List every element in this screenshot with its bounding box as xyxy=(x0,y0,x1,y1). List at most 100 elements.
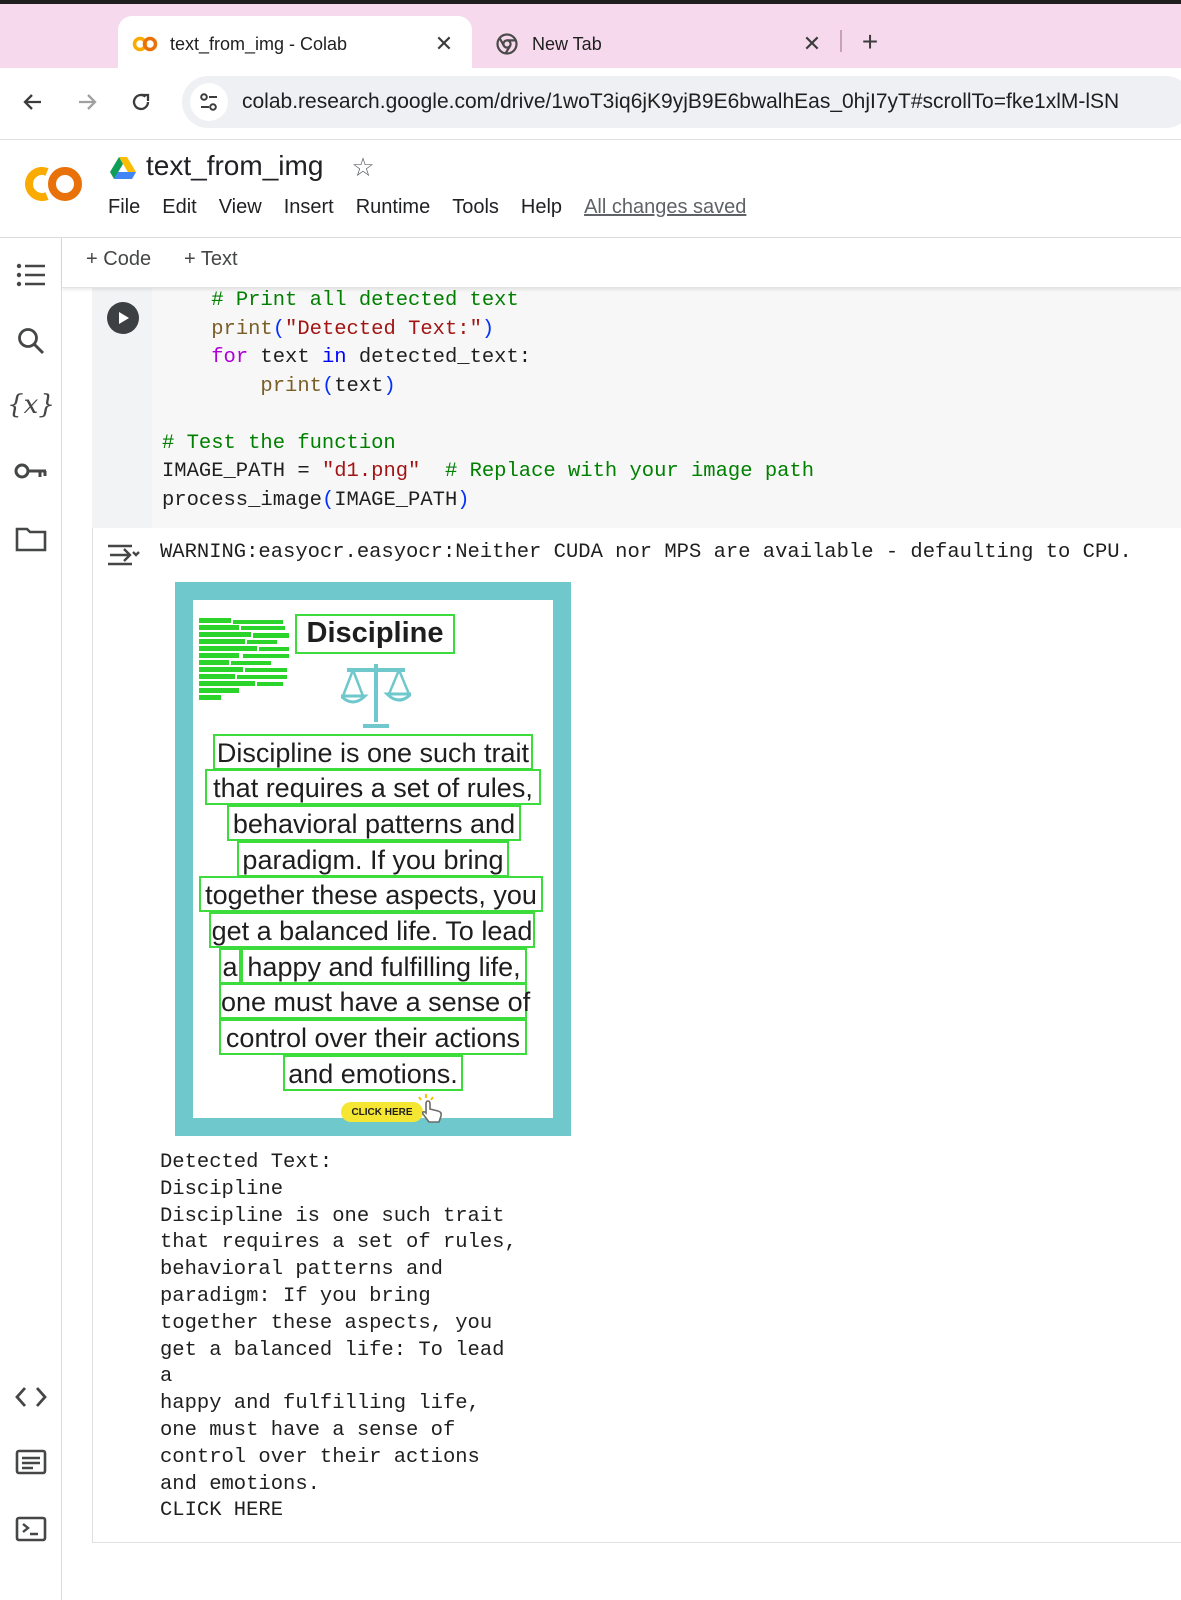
balance-scale-icon xyxy=(341,664,411,728)
code-token: IMAGE_PATH xyxy=(334,488,458,512)
colab-header: text_from_img ☆ File Edit View Insert Ru… xyxy=(0,140,1181,238)
tab-new-tab[interactable]: New Tab ✕ xyxy=(480,16,840,72)
close-tab-icon[interactable]: ✕ xyxy=(430,30,458,58)
reload-button[interactable] xyxy=(121,82,161,122)
image-line: a xyxy=(219,948,241,984)
menu-runtime[interactable]: Runtime xyxy=(356,196,430,219)
add-text-button[interactable]: + Text xyxy=(184,248,238,271)
notebook-title[interactable]: text_from_img xyxy=(146,150,323,182)
secrets-key-icon[interactable] xyxy=(12,452,50,490)
tab-title: New Tab xyxy=(532,33,602,54)
code-token: ) xyxy=(383,374,396,398)
google-drive-icon[interactable] xyxy=(110,156,136,180)
output-image: Discipline Discipline is one such trait … xyxy=(175,582,571,1136)
code-line: for text in detected_text: xyxy=(162,344,814,373)
colab-logo-icon[interactable] xyxy=(20,162,86,206)
menu-tools[interactable]: Tools xyxy=(452,196,499,219)
image-line: together these aspects, you xyxy=(199,876,543,912)
code-token: print xyxy=(211,317,273,341)
output-line: happy and fulfilling life, xyxy=(160,1392,480,1416)
menu-insert[interactable]: Insert xyxy=(284,196,334,219)
menu-edit[interactable]: Edit xyxy=(162,196,196,219)
code-token: detected_text: xyxy=(346,346,532,369)
image-line: paradigm. If you bring xyxy=(237,841,509,877)
arrow-left-icon xyxy=(23,94,41,110)
menu-file[interactable]: File xyxy=(108,196,140,219)
code-line: process_image(IMAGE_PATH) xyxy=(162,487,814,516)
terminal-icon[interactable] xyxy=(12,1510,50,1548)
close-tab-icon[interactable]: ✕ xyxy=(798,30,826,58)
variables-icon[interactable]: {𝑥} xyxy=(7,386,55,424)
tab-strip: text_from_img - Colab ✕ New Tab ✕ + xyxy=(0,0,1181,72)
output-line: one must have a sense of xyxy=(160,1418,456,1442)
new-tab-button[interactable]: + xyxy=(852,24,888,60)
output-line: and emotions. xyxy=(160,1472,320,1496)
output-line: paradigm: If you bring xyxy=(160,1284,431,1308)
forward-button[interactable] xyxy=(67,82,107,122)
left-sidebar: {𝑥} xyxy=(0,238,62,1600)
output-line: Discipline is one such trait xyxy=(160,1204,505,1228)
code-token: text xyxy=(248,346,322,369)
star-icon[interactable]: ☆ xyxy=(348,152,378,182)
site-settings-icon[interactable] xyxy=(190,83,228,121)
output-line: that requires a set of rules, xyxy=(160,1231,517,1255)
code-snippets-icon[interactable] xyxy=(12,1378,50,1416)
chrome-icon xyxy=(494,31,520,57)
output-actions-icon[interactable] xyxy=(106,540,140,570)
menu-bar: File Edit View Insert Runtime Tools Help… xyxy=(108,196,768,219)
output-line: Detected Text: xyxy=(160,1151,333,1174)
table-of-contents-icon[interactable] xyxy=(12,256,50,294)
code-token: "d1.png" xyxy=(321,460,421,483)
detected-text-output: Detected Text: Discipline Discipline is on… xyxy=(160,1150,517,1525)
add-code-button[interactable]: + Code xyxy=(86,248,151,271)
command-palette-icon[interactable] xyxy=(12,1443,50,1481)
save-status[interactable]: All changes saved xyxy=(584,196,746,219)
code-lines: # Print all detected text print("Detecte… xyxy=(162,287,814,515)
output-line: get a balanced life: To lead xyxy=(160,1338,505,1362)
code-line: IMAGE_PATH = "d1.png" # Replace with you… xyxy=(162,458,814,487)
output-line: Discipline xyxy=(160,1177,284,1201)
arrow-right-icon xyxy=(79,94,97,110)
image-line: control over their actions xyxy=(219,1019,527,1055)
image-paper: Discipline Discipline is one such trait … xyxy=(193,600,553,1123)
tab-colab[interactable]: text_from_img - Colab ✕ xyxy=(118,16,472,72)
output-line: a xyxy=(160,1365,173,1389)
output-line: CLICK HERE xyxy=(160,1499,284,1523)
code-line: ​ xyxy=(162,401,814,430)
image-line: one must have a sense of xyxy=(219,983,530,1019)
noise-detections-graphic xyxy=(199,618,289,700)
output-line: together these aspects, you xyxy=(160,1311,493,1335)
run-cell-button[interactable] xyxy=(107,302,139,334)
address-bar[interactable]: colab.research.google.com/drive/1woT3iq6… xyxy=(182,76,1181,128)
tab-title: text_from_img - Colab xyxy=(170,33,348,54)
add-text-label: Text xyxy=(200,248,238,270)
search-icon[interactable] xyxy=(12,322,50,360)
files-folder-icon[interactable] xyxy=(12,520,50,558)
image-title: Discipline xyxy=(295,614,455,654)
menu-view[interactable]: View xyxy=(219,196,262,219)
play-icon xyxy=(119,312,129,324)
code-token: "Detected Text:" xyxy=(285,317,482,341)
menu-help[interactable]: Help xyxy=(521,196,562,219)
code-token: ) xyxy=(457,488,470,512)
code-token: # Replace with your image path xyxy=(444,460,815,483)
code-token: ( xyxy=(321,374,335,398)
add-code-label: Code xyxy=(103,248,152,270)
code-token: ) xyxy=(481,317,495,341)
code-token: in xyxy=(321,346,347,369)
image-click-here-button: CLICK HERE xyxy=(341,1102,423,1122)
image-line: behavioral patterns and xyxy=(227,805,521,841)
image-line: Discipline is one such trait xyxy=(213,734,533,770)
colab-icon xyxy=(132,31,158,57)
image-line: and emotions. xyxy=(283,1055,463,1091)
code-token: process_image xyxy=(162,488,322,512)
code-token: # Print all detected text xyxy=(211,289,519,312)
image-line: happy and fulfilling life, xyxy=(241,948,527,984)
back-button[interactable] xyxy=(13,82,53,122)
output-line: control over their actions xyxy=(160,1445,480,1469)
code-token: ( xyxy=(272,317,286,341)
